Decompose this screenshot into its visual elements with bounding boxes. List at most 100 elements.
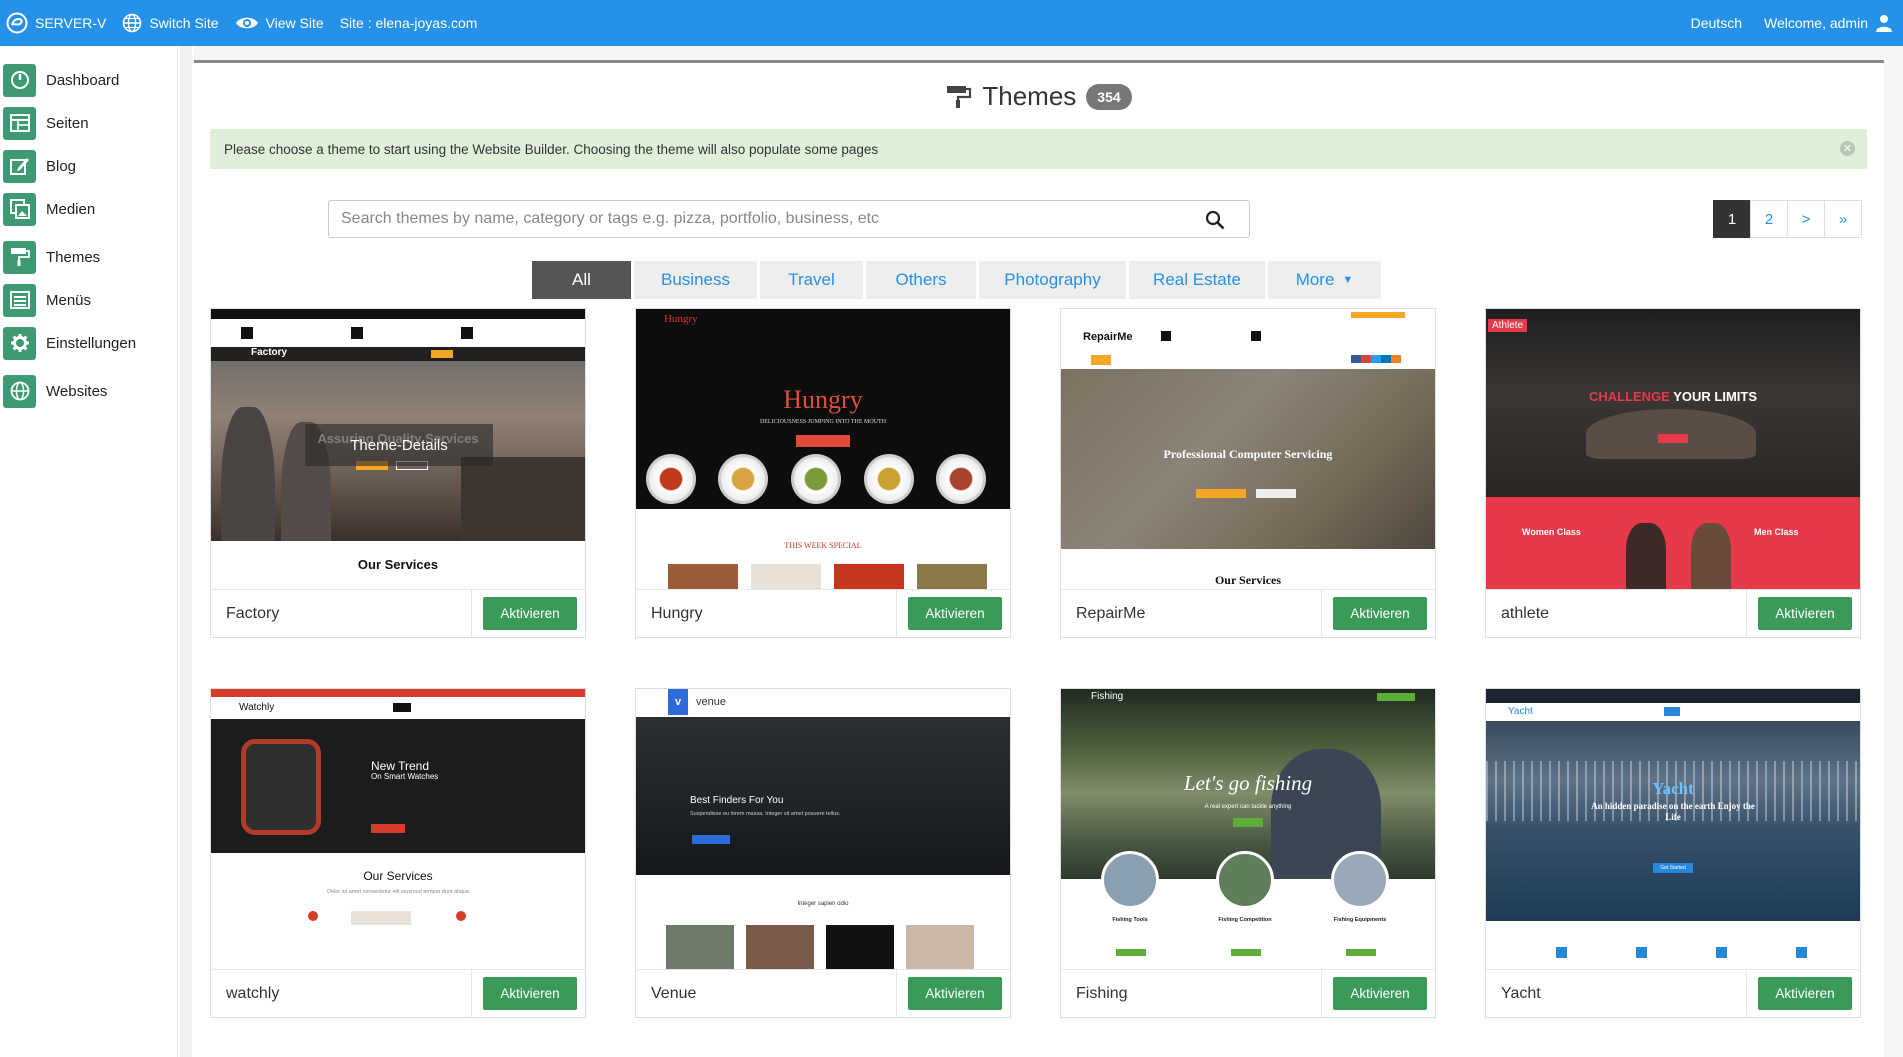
sidebar-item-label: Themes — [46, 248, 101, 266]
next-page-button[interactable]: > — [1787, 200, 1825, 238]
theme-preview-watchly[interactable]: Watchly New Trend On Smart Watches Our S… — [211, 689, 585, 969]
tab-travel[interactable]: Travel — [760, 261, 863, 299]
preview-gallery-image — [666, 925, 734, 969]
sidebar-item-dashboard[interactable]: Dashboard — [3, 63, 173, 97]
preview-navbar: Watchly — [211, 697, 585, 719]
preview-hero-subtitle: Suspendisse eu lorem massa. Integer sit … — [690, 811, 841, 817]
theme-search-box — [328, 200, 1250, 238]
tab-real-estate[interactable]: Real Estate — [1129, 261, 1265, 299]
theme-card-athlete: Athlete CHALLENGE YOUR LIMITS Women Clas… — [1485, 308, 1861, 638]
preview-section-title: Integer sapien odio — [797, 901, 849, 907]
tab-business[interactable]: Business — [634, 261, 757, 299]
preview-nav-active — [431, 350, 453, 358]
sidebar-item-themes[interactable]: Themes — [3, 240, 173, 274]
theme-card-footer: RepairMe Aktivieren — [1061, 589, 1435, 637]
last-page-button[interactable]: » — [1824, 200, 1862, 238]
theme-preview-venue[interactable]: v venue Best Finders For You Suspendisse… — [636, 689, 1010, 969]
activate-button[interactable]: Aktivieren — [1333, 977, 1427, 1010]
preview-nav-button — [1377, 693, 1415, 701]
preview-hero-button — [1658, 434, 1688, 443]
search-input[interactable] — [329, 201, 1189, 237]
theme-name: athlete — [1501, 604, 1550, 622]
theme-preview-factory[interactable]: Factory Assuring Quality Services Our Se… — [211, 309, 585, 589]
theme-card-yacht: Yacht Yacht An hidden paradise on the ea… — [1485, 688, 1861, 1018]
sidebar-item-label: Seiten — [46, 114, 89, 132]
preview-hero-title: Yacht — [1652, 779, 1694, 798]
sidebar-item-websites[interactable]: Websites — [3, 374, 173, 408]
preview-food-plate — [646, 454, 696, 504]
user-menu[interactable]: Welcome, admin — [1764, 14, 1893, 32]
preview-feature-icon — [1636, 947, 1647, 958]
preview-hero-button — [1233, 818, 1263, 827]
footer-divider — [1321, 970, 1322, 1017]
theme-card-footer: Fishing Aktivieren — [1061, 969, 1435, 1017]
sidebar-item-label: Dashboard — [46, 71, 120, 89]
preview-hero-subtitle: DELICIOUSNESS JUMPING INTO THE MOUTH — [759, 419, 887, 425]
theme-card-footer: Hungry Aktivieren — [636, 589, 1010, 637]
theme-preview-hungry[interactable]: Hungry Hungry DELICIOUSNESS JUMPING INTO… — [636, 309, 1010, 589]
sidebar-scrollbar[interactable] — [180, 46, 192, 1057]
preview-column-title: Fishing Equipments — [1333, 917, 1387, 923]
activate-button[interactable]: Aktivieren — [908, 977, 1002, 1010]
activate-button[interactable]: Aktivieren — [483, 597, 577, 630]
theme-name: RepairMe — [1076, 604, 1146, 622]
theme-name: Venue — [651, 984, 697, 1002]
theme-details-overlay[interactable]: Theme-Details — [305, 424, 493, 466]
view-site-button[interactable]: View Site — [235, 15, 324, 31]
eye-icon — [235, 17, 258, 29]
theme-card-fishing: Fishing Let's go fishing A real expert c… — [1060, 688, 1436, 1018]
preview-logo: Factory — [251, 347, 288, 358]
preview-hero-subtitle: An hidden paradise on the earth Enjoy th… — [1591, 801, 1755, 822]
theme-name: watchly — [226, 984, 280, 1002]
switch-site-button[interactable]: Switch Site — [122, 13, 219, 33]
tab-all[interactable]: All — [532, 261, 631, 299]
language-selector[interactable]: Deutsch — [1691, 15, 1742, 31]
theme-name: Factory — [226, 604, 280, 622]
tab-label: All — [572, 270, 591, 289]
preview-logo: Watchly — [239, 702, 275, 713]
preview-navbar: v venue — [636, 689, 1010, 717]
preview-hero-button — [796, 435, 850, 447]
search-icon[interactable] — [1205, 210, 1225, 230]
theme-preview-athlete[interactable]: Athlete CHALLENGE YOUR LIMITS Women Clas… — [1486, 309, 1860, 589]
paint-roller-icon — [947, 85, 972, 108]
preview-navbar: Factory — [211, 347, 585, 361]
preview-logo-mark: v — [668, 689, 688, 715]
preview-topbar — [1486, 689, 1860, 703]
top-navbar: SERVER-V Switch Site View Site Site : el… — [0, 0, 1903, 46]
themes-panel: Themes 354 Please choose a theme to star… — [194, 60, 1884, 1057]
theme-preview-repairme[interactable]: RepairMe Professional Computer Servicing… — [1061, 309, 1435, 589]
view-site-label: View Site — [265, 15, 324, 31]
tab-others[interactable]: Others — [866, 261, 976, 299]
info-alert: Please choose a theme to start using the… — [210, 129, 1867, 169]
theme-preview-yacht[interactable]: Yacht Yacht An hidden paradise on the ea… — [1486, 689, 1860, 969]
tab-more-dropdown[interactable]: More ▼ — [1268, 261, 1381, 299]
tab-photography[interactable]: Photography — [979, 261, 1126, 299]
sidebar-item-label: Websites — [46, 382, 108, 400]
page-1-button[interactable]: 1 — [1713, 200, 1751, 238]
preview-feature-icon — [1716, 947, 1727, 958]
brand-logo-icon — [6, 12, 28, 34]
theme-preview-fishing[interactable]: Fishing Let's go fishing A real expert c… — [1061, 689, 1435, 969]
sidebar-item-medien[interactable]: Medien — [3, 192, 173, 226]
close-icon[interactable]: ✕ — [1840, 141, 1855, 156]
page-2-button[interactable]: 2 — [1750, 200, 1788, 238]
tab-label: Real Estate — [1153, 270, 1241, 289]
sidebar-item-einstellungen[interactable]: Einstellungen — [3, 326, 173, 360]
preview-hero-title: Hungry — [783, 385, 863, 414]
activate-button[interactable]: Aktivieren — [1758, 977, 1852, 1010]
brand[interactable]: SERVER-V — [6, 12, 106, 34]
preview-nav-active — [1664, 707, 1680, 716]
activate-button[interactable]: Aktivieren — [1758, 597, 1852, 630]
sidebar-item-menus[interactable]: Menüs — [3, 283, 173, 317]
preview-section-title: THIS WEEK SPECIAL — [784, 541, 862, 550]
preview-logo: Fishing — [1091, 691, 1124, 702]
preview-section-title: Our Services — [357, 557, 439, 572]
activate-button[interactable]: Aktivieren — [1333, 597, 1427, 630]
activate-button[interactable]: Aktivieren — [908, 597, 1002, 630]
sidebar-item-blog[interactable]: Blog — [3, 149, 173, 183]
preview-food-plate — [718, 454, 768, 504]
theme-count-badge: 354 — [1086, 83, 1132, 110]
sidebar-item-seiten[interactable]: Seiten — [3, 106, 173, 140]
activate-button[interactable]: Aktivieren — [483, 977, 577, 1010]
